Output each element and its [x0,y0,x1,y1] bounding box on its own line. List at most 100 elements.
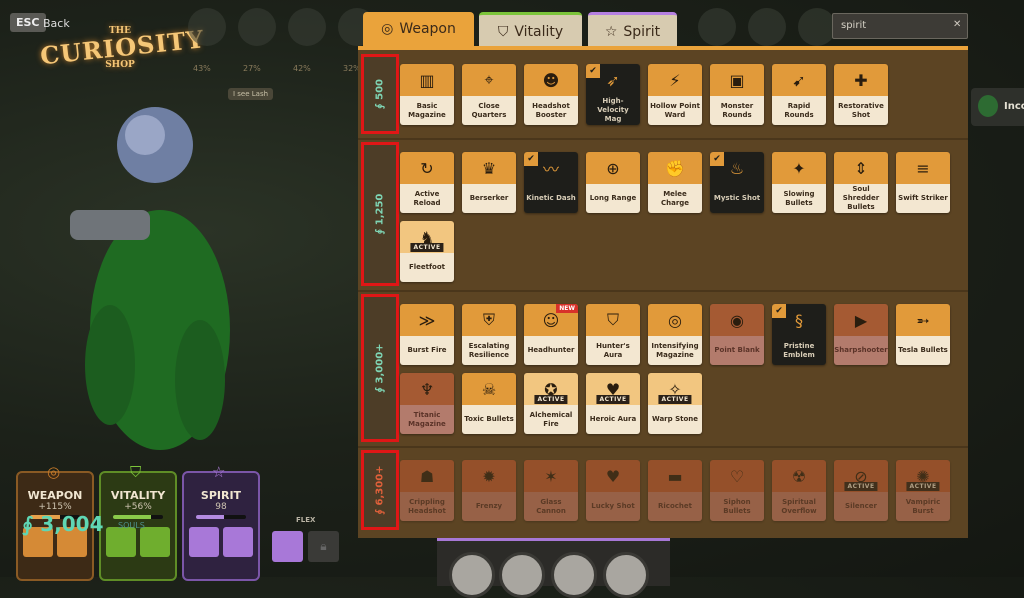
shop-item[interactable]: ⇕ Soul Shredder Bullets [834,152,888,213]
shop-item[interactable]: ➶ ✔ High-Velocity Mag [586,64,640,125]
item-icon: ➶ [606,70,620,90]
shop-item[interactable]: ⚡ Hollow Point Ward [648,64,702,125]
shop-item[interactable]: ◉ Point Blank [710,304,764,365]
active-badge: ACTIVE [534,395,568,404]
shop-item[interactable]: ◎ Intensifying Magazine [648,304,702,365]
shop-item[interactable]: ✺ ACTIVE Vampiric Burst [896,460,950,521]
item-name: Fleetfoot [400,253,454,282]
shop-item[interactable]: ≡ Swift Striker [896,152,950,213]
item-icon: ✶ [544,466,558,486]
flex-slot[interactable] [272,531,303,562]
item-name: Sharpshooter [834,336,888,365]
shop-item[interactable]: ✹ Frenzy [462,460,516,521]
hero-portrait [748,8,786,46]
item-name: Headshot Booster [524,96,578,125]
item-name: Headhunter [524,336,578,365]
item-icon: ◎ [668,310,682,330]
item-icon: ✚ [854,70,868,90]
item-icon: ☻ [542,70,560,90]
shop-item[interactable]: ➵ Tesla Bullets [896,304,950,365]
shop-item[interactable]: ☗ Crippling Headshot [400,460,454,521]
shop-item[interactable]: ♥ ACTIVE Heroic Aura [586,373,640,434]
shop-item[interactable]: ☺ NEW Headhunter [524,304,578,365]
shop-item[interactable]: 〰 ✔ Kinetic Dash [524,152,578,213]
tab-vitality[interactable]: ⛉ Vitality [479,12,582,49]
ability-slot[interactable] [499,552,545,598]
shop-item[interactable]: ⛉ Hunter's Aura [586,304,640,365]
shop-item[interactable]: ✧ ACTIVE Warp Stone [648,373,702,434]
item-icon: ▶ [854,310,868,330]
shop-item[interactable]: ♡ Siphon Bullets [710,460,764,521]
hero-portrait [238,8,276,46]
item-icon: ◉ [730,310,744,330]
shop-item[interactable]: ⊘ ACTIVE Silencer [834,460,888,521]
shop-item[interactable]: ☻ Headshot Booster [524,64,578,125]
shop-item[interactable]: ▣ Monster Rounds [710,64,764,125]
tier-price: ∮ 1,250 [374,193,386,235]
shop-item[interactable]: ▥ Basic Magazine [400,64,454,125]
shop-item[interactable]: ✊ Melee Charge [648,152,702,213]
shop-item[interactable]: ✪ ACTIVE Alchemical Fire [524,373,578,434]
item-slot[interactable] [140,527,170,557]
shop-item[interactable]: ♨ ✔ Mystic Shot [710,152,764,213]
item-icon: ≡ [916,158,930,178]
item-name: Melee Charge [648,184,702,213]
shop-item[interactable]: ♆ Titanic Magazine [400,373,454,434]
stat-spirit[interactable]: SPIRIT 98 [182,471,260,581]
search-input[interactable]: spirit [832,13,968,39]
hero-portrait [188,8,226,46]
tab-vitality-label: Vitality [514,24,564,40]
close-icon[interactable]: ✕ [953,19,961,30]
shop-item[interactable]: ➹ Rapid Rounds [772,64,826,125]
ping-label: I see Lash [228,88,274,100]
item-slot[interactable] [189,527,219,557]
item-name: Mystic Shot [710,184,764,213]
shop-item[interactable]: ↻ Active Reload [400,152,454,213]
tab-spirit[interactable]: ☆ Spirit [588,12,677,49]
stat-value: +115% [38,502,72,512]
item-slot[interactable] [106,527,136,557]
shop-item[interactable]: ✚ Restorative Shot [834,64,888,125]
item-icon: ✦ [792,158,806,178]
item-icon: ⛨ [482,310,495,329]
item-name: Hollow Point Ward [648,96,702,125]
item-icon: 〰 [542,160,559,179]
item-icon: ♥ [605,466,621,486]
shop-item[interactable]: ▶ Sharpshooter [834,304,888,365]
shop-item[interactable]: ♥ Lucky Shot [586,460,640,521]
item-slot[interactable] [223,527,253,557]
tier-price: ∮ 3,000+ [374,343,386,393]
shop-item[interactable]: ✶ Glass Cannon [524,460,578,521]
ability-slot[interactable] [603,552,649,598]
shop-item[interactable]: ≫ Burst Fire [400,304,454,365]
shop-item[interactable]: ▬ Ricochet [648,460,702,521]
new-badge: NEW [556,304,578,313]
check-icon: ✔ [710,152,724,166]
active-badge: ACTIVE [844,482,878,491]
item-name: High-Velocity Mag [586,96,640,125]
item-name: Kinetic Dash [524,184,578,213]
shop-item[interactable]: ✦ Slowing Bullets [772,152,826,213]
item-name: Long Range [586,184,640,213]
shop-item[interactable]: ⌖ Close Quarters [462,64,516,125]
hero-percent: 27% [243,64,261,73]
item-name: Escalating Resilience [462,336,516,365]
hero-model [70,107,230,450]
item-icon: ♛ [481,158,497,178]
ability-slot[interactable] [449,552,495,598]
shop-item[interactable]: ⊕ Long Range [586,152,640,213]
ability-slot[interactable] [551,552,597,598]
shop-item[interactable]: ☠ Toxic Bullets [462,373,516,434]
stat-name: VITALITY [110,489,166,502]
hero-portrait [798,8,836,46]
tier-row: ∮ 6,300+ ☗ Crippling Headshot ✹ Frenzy ✶ Glass… [358,446,968,534]
tab-spirit-label: Spirit [623,24,661,40]
shop-item[interactable]: ☢ Spiritual Overflow [772,460,826,521]
shop-item[interactable]: § ✔ Pristine Emblem [772,304,826,365]
tab-weapon[interactable]: ◎ Weapon [363,12,474,46]
shop-item[interactable]: ♛ Berserker [462,152,516,213]
shop-item[interactable]: ⛨ Escalating Resilience [462,304,516,365]
item-name: Toxic Bullets [462,405,516,434]
shop-item[interactable]: ♞ ACTIVE Fleetfoot [400,221,454,282]
tier-price-bar: ∮ 3,000+ [361,294,399,442]
